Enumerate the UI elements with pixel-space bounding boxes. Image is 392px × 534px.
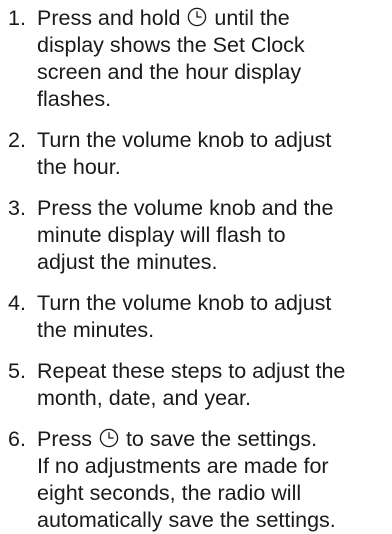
step-4: 4. Turn the volume knob to adjust the mi… [8, 290, 390, 344]
step-text: Repeat these steps to adjust the month, … [37, 359, 346, 410]
step-number: 4. [8, 291, 26, 315]
step-3: 3. Press the volume knob and the minute … [8, 195, 390, 276]
step-text: Turn the volume knob to adjust the hour. [37, 128, 332, 179]
step-text: Press the volume knob and the minute dis… [37, 196, 334, 274]
step-number: 5. [8, 359, 26, 383]
step-5: 5. Repeat these steps to adjust the mont… [8, 358, 390, 412]
step-text: Press and hold until the display shows t… [37, 6, 305, 111]
step-number: 3. [8, 196, 26, 220]
clock-icon [99, 428, 119, 448]
step-number: 6. [8, 427, 26, 451]
step-2: 2. Turn the volume knob to adjust the ho… [8, 127, 390, 181]
step-1: 1. Press and hold until the display show… [8, 5, 390, 113]
step-number: 2. [8, 128, 26, 152]
instruction-steps: 1. Press and hold until the display show… [8, 5, 390, 534]
step-number: 1. [8, 6, 26, 30]
step-text: Turn the volume knob to adjust the minut… [37, 291, 332, 342]
clock-icon [187, 7, 207, 27]
